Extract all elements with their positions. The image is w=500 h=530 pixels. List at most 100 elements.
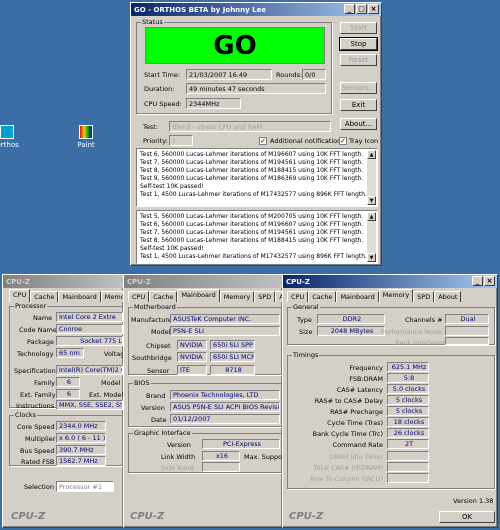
chipset-value: 650i SLI SPP bbox=[210, 340, 255, 350]
about-button[interactable]: About... bbox=[340, 118, 377, 130]
orthos-titlebar[interactable]: GO - ORTHOS BETA by Johnny Lee _ □ × bbox=[131, 3, 381, 16]
paint-icon bbox=[79, 125, 93, 139]
log-line: Self-test 10K passed! bbox=[140, 183, 204, 190]
log1-scrollbar[interactable]: ▲ ▼ bbox=[367, 150, 376, 205]
perf-mode-value bbox=[445, 326, 489, 336]
log-panel-2[interactable]: Test 5, 560000 Lucas-Lehmer iterations o… bbox=[136, 210, 378, 264]
tab-cache[interactable]: Cache bbox=[30, 291, 59, 302]
log2-scrollbar[interactable]: ▲ ▼ bbox=[367, 212, 376, 262]
cpuz-mainboard-window: CPU-Z CPU Cache Mainboard Memory SPD Abo… bbox=[123, 274, 303, 528]
ok-button[interactable]: OK bbox=[439, 511, 495, 523]
cpuz3-titlebar[interactable]: CPU-Z _ × bbox=[283, 275, 497, 288]
size-label: Size bbox=[299, 328, 313, 336]
sensor-vendor: ITE bbox=[177, 365, 207, 375]
desktop-icon-orthos[interactable]: Orthos bbox=[0, 125, 24, 149]
family-value: 6 bbox=[56, 377, 80, 387]
gi-version-value: PCI-Express bbox=[202, 439, 280, 449]
selection-dropdown[interactable]: Processor #1 bbox=[56, 481, 114, 492]
rated-fsb-label: Rated FSB bbox=[21, 458, 55, 466]
scroll-down-arrow-icon[interactable]: ▼ bbox=[367, 253, 376, 262]
cpuz3-footer-logo: CPU-Z bbox=[289, 511, 324, 522]
tab-mainboard[interactable]: Mainboard bbox=[336, 291, 379, 302]
voltage-label: Voltag bbox=[104, 350, 125, 358]
test-select[interactable]: Blend - stress CPU and RAM bbox=[169, 121, 331, 132]
tab-mainboard[interactable]: Mainboard bbox=[177, 289, 220, 302]
southbridge-label: Southbridge bbox=[132, 354, 172, 362]
cpuz1-footer-logo: CPU-Z bbox=[11, 511, 46, 522]
timing-value: 2T bbox=[387, 439, 429, 449]
start-time-value: 21/03/2007 16.49 bbox=[186, 69, 272, 80]
cpuz1-titlebar[interactable]: CPU-Z bbox=[3, 275, 123, 288]
scroll-up-arrow-icon[interactable]: ▲ bbox=[367, 150, 376, 159]
start-button[interactable]: Start bbox=[340, 22, 377, 34]
log-line: Test 5, 560000 Lucas-Lehmer iterations o… bbox=[140, 213, 364, 220]
tab-memory[interactable]: Memory bbox=[219, 291, 255, 302]
date-label: Date bbox=[151, 416, 167, 424]
additional-notification-checkbox[interactable]: ✓ bbox=[259, 137, 267, 145]
selection-label: Selection bbox=[24, 483, 54, 491]
multiplier-value: x 6.0 ( 6 - 11 ) bbox=[56, 433, 106, 443]
tab-mainboard[interactable]: Mainboard bbox=[58, 291, 101, 302]
log-line: Test 8, 560000 Lucas-Lehmer iterations o… bbox=[140, 167, 364, 174]
cpuz2-titlebar[interactable]: CPU-Z bbox=[124, 275, 282, 288]
desktop-icon-paint[interactable]: Paint bbox=[69, 125, 103, 149]
multiplier-label: Multiplier bbox=[25, 435, 56, 443]
test-label: Test: bbox=[143, 123, 158, 131]
southbridge-value: 650i SLI MCP bbox=[210, 352, 255, 362]
instructions-label: Instructions bbox=[16, 402, 55, 410]
tab-memory[interactable]: Memory bbox=[378, 289, 414, 302]
start-time-label: Start Time: bbox=[144, 71, 181, 79]
sensor-value: 8718 bbox=[210, 365, 255, 375]
tab-cpu[interactable]: CPU bbox=[128, 291, 150, 302]
bus-speed-label: Bus Speed bbox=[20, 447, 55, 455]
package-value: Socket 775 L bbox=[56, 336, 123, 346]
brand-label: Brand bbox=[146, 392, 166, 400]
link-width-label: Link Width bbox=[161, 453, 196, 461]
close-button[interactable]: × bbox=[484, 276, 495, 286]
manufacturer-value: ASUSTeK Computer INC. bbox=[170, 314, 280, 324]
timing-label: Bank Cycle Time (Trc) bbox=[312, 430, 383, 438]
tab-cache[interactable]: Cache bbox=[308, 291, 337, 302]
cpuz2-footer-logo: CPU-Z bbox=[130, 511, 165, 522]
cpuz3-title: CPU-Z bbox=[286, 277, 310, 286]
scroll-down-arrow-icon[interactable]: ▼ bbox=[367, 196, 376, 205]
timing-value-disabled bbox=[387, 473, 429, 483]
close-button[interactable]: × bbox=[368, 4, 379, 14]
cpuz1-title: CPU-Z bbox=[6, 277, 30, 286]
cpuz1-tabs: CPU Cache Mainboard Memory bbox=[9, 289, 136, 302]
timing-label: FSB:DRAM bbox=[349, 375, 383, 383]
scroll-up-arrow-icon[interactable]: ▲ bbox=[367, 212, 376, 221]
size-value: 2048 MBytes bbox=[317, 326, 385, 336]
codename-value: Conroe bbox=[56, 324, 123, 334]
tab-cache[interactable]: Cache bbox=[149, 291, 178, 302]
timing-value: 18 clocks bbox=[387, 417, 429, 427]
gi-version-label: Version bbox=[167, 441, 191, 449]
timing-label: RAS# to CAS# Delay bbox=[314, 397, 383, 405]
tab-about[interactable]: About bbox=[434, 291, 462, 302]
reset-button[interactable]: Reset bbox=[340, 54, 377, 66]
log-line: Test 7, 560000 Lucas-Lehmer iterations o… bbox=[140, 229, 364, 236]
tab-spd[interactable]: SPD bbox=[254, 291, 276, 302]
minimize-button[interactable]: _ bbox=[472, 276, 483, 286]
maximize-button[interactable]: □ bbox=[356, 4, 367, 14]
family-label: Family bbox=[34, 379, 55, 387]
exit-button[interactable]: Exit bbox=[340, 99, 377, 111]
minimize-button[interactable]: _ bbox=[344, 4, 355, 14]
model-label: Model bbox=[151, 328, 171, 336]
timing-value: 5:8 bbox=[387, 373, 429, 383]
log-panel-1[interactable]: Test 6, 560000 Lucas-Lehmer iterations o… bbox=[136, 148, 378, 207]
tab-spd[interactable]: SPD bbox=[413, 291, 435, 302]
sensors-button[interactable]: Sensors... bbox=[340, 82, 377, 94]
orthos-icon bbox=[0, 125, 14, 139]
log-line: Test 6, 560000 Lucas-Lehmer iterations o… bbox=[140, 151, 364, 158]
spec-label: Specification bbox=[14, 367, 56, 375]
tab-cpu[interactable]: CPU bbox=[9, 289, 31, 302]
stop-button[interactable]: Stop bbox=[339, 37, 378, 51]
tray-icon-checkbox[interactable]: ✓ bbox=[339, 137, 347, 145]
extmodel-label: Ext. Model bbox=[89, 391, 124, 399]
cpuz2-title: CPU-Z bbox=[127, 277, 151, 286]
tab-cpu[interactable]: CPU bbox=[287, 291, 309, 302]
channels-label: Channels # bbox=[405, 316, 443, 324]
timing-label: CAS# Latency bbox=[336, 386, 383, 394]
priority-select[interactable]: 1 bbox=[169, 135, 193, 146]
